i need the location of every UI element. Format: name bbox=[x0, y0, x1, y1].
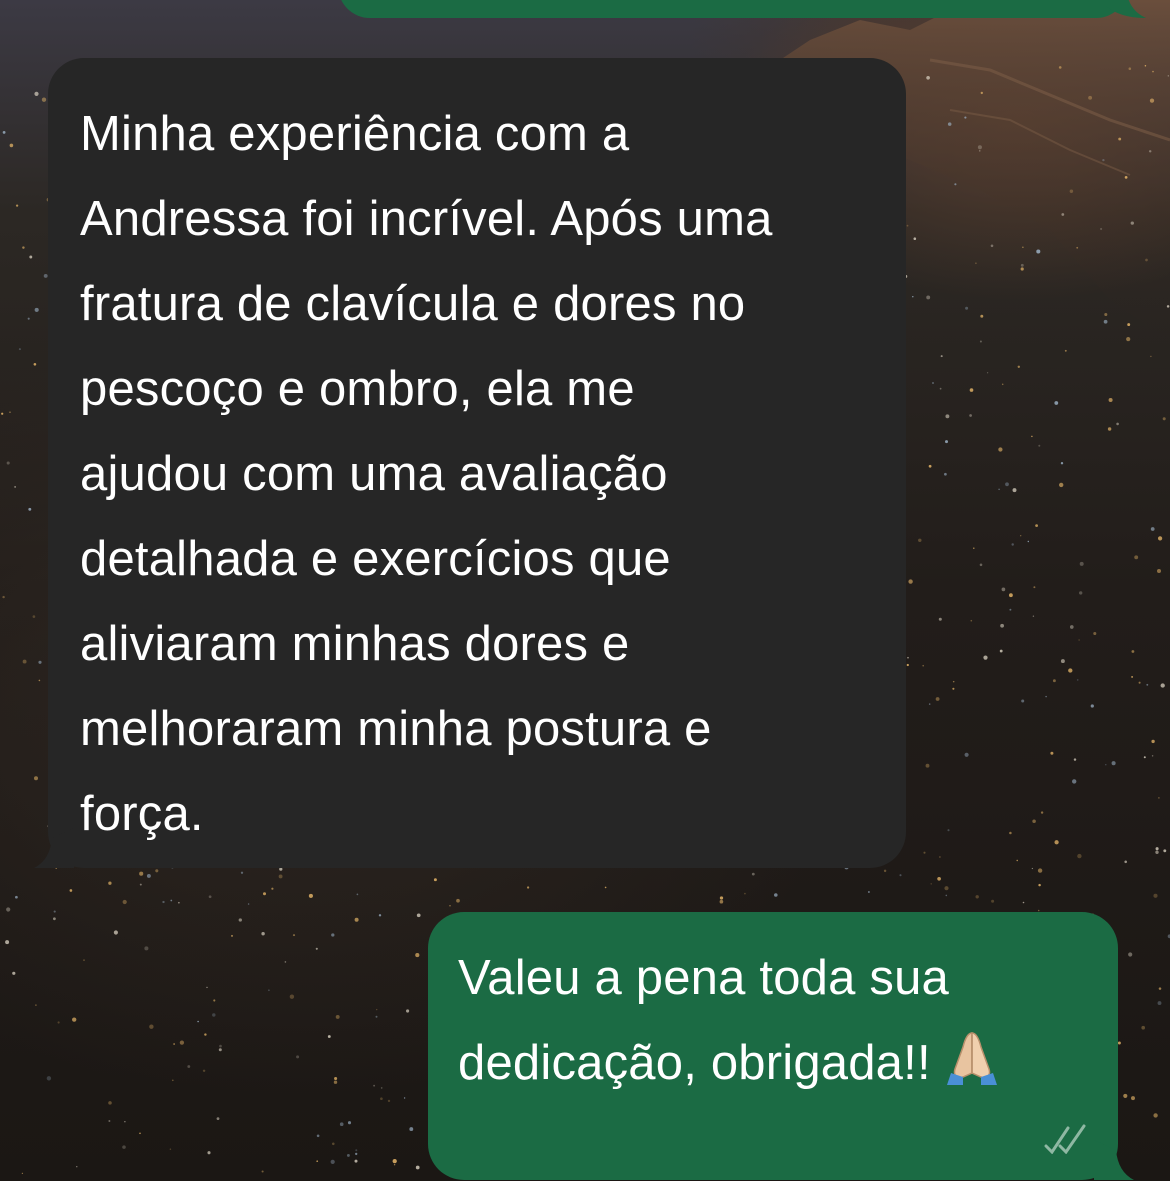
incoming-message-text: Minha experiência com a Andressa foi inc… bbox=[80, 107, 773, 841]
read-ticks-icon bbox=[1044, 1124, 1086, 1154]
previous-outgoing-bubble[interactable] bbox=[338, 0, 1146, 18]
outgoing-message-bubble[interactable]: Valeu a pena toda sua dedicação, obrigad… bbox=[428, 912, 1134, 1180]
folded-hands-emoji bbox=[946, 1032, 997, 1085]
bubble-tail-icon bbox=[1094, 1140, 1134, 1180]
bubble-tail-icon bbox=[34, 828, 74, 868]
outgoing-message-content: Valeu a pena toda sua dedicação, obrigad… bbox=[458, 936, 1078, 1106]
outgoing-message-text: Valeu a pena toda sua dedicação, obrigad… bbox=[458, 951, 949, 1090]
bubble-tail-icon bbox=[1106, 0, 1146, 18]
incoming-message-bubble[interactable]: Minha experiência com a Andressa foi inc… bbox=[34, 58, 906, 868]
